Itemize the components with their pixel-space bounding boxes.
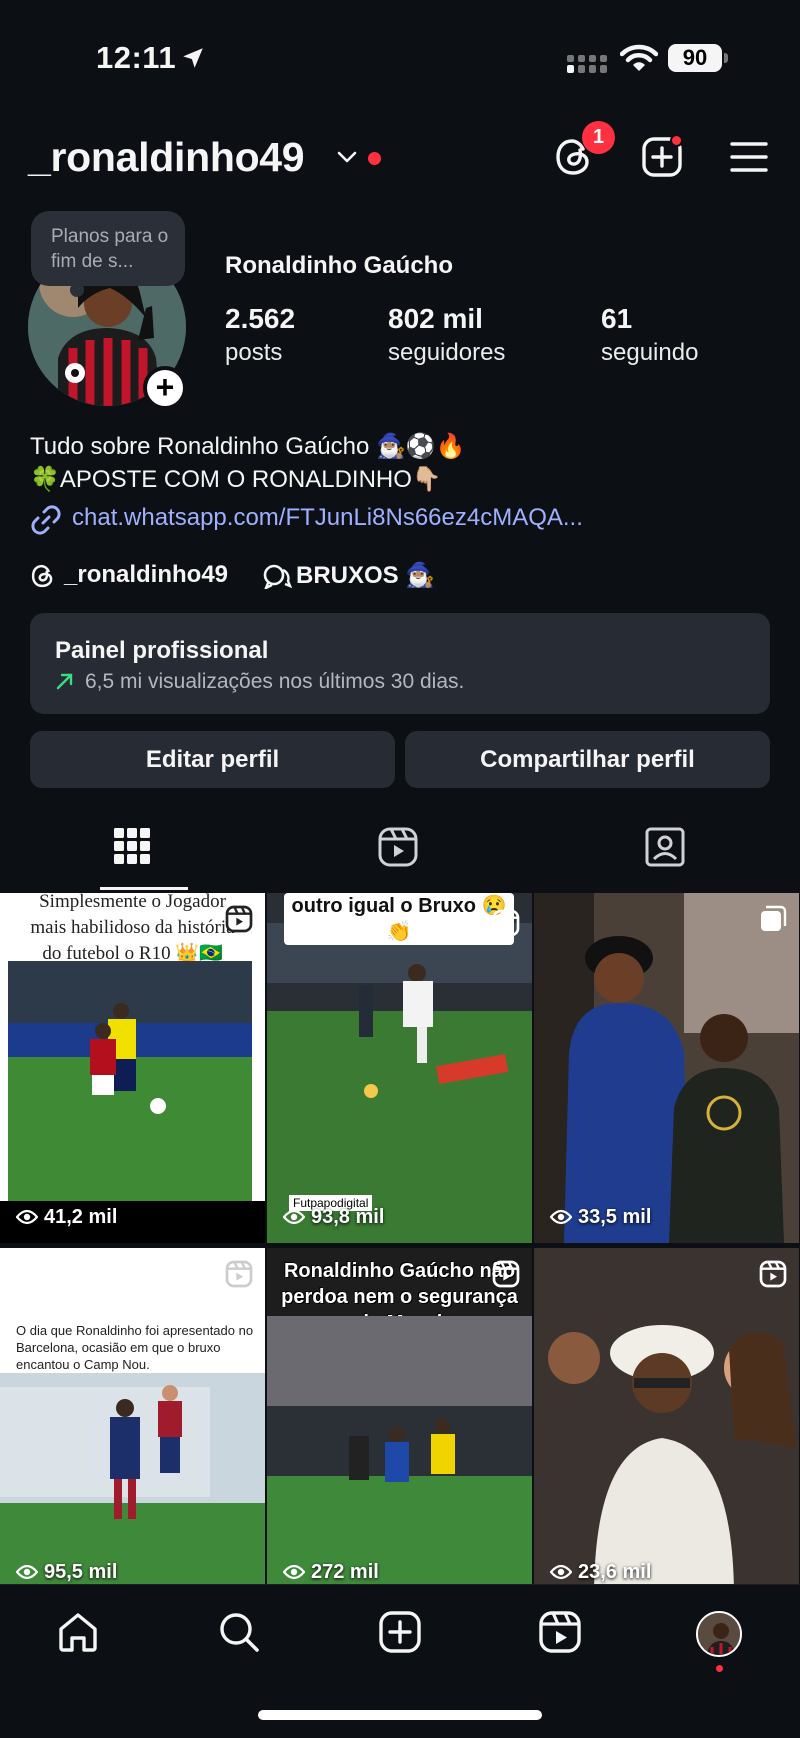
eye-icon <box>15 1564 39 1580</box>
threads-icon <box>31 564 53 588</box>
post-views: 41,2 mil <box>15 1206 118 1229</box>
profile-note-bubble[interactable]: Planos para o fim de s... <box>31 211 185 286</box>
account-notification-dot <box>368 152 381 165</box>
threads-badge: 1 <box>582 121 615 154</box>
location-arrow-icon <box>183 48 203 68</box>
post-views-count: 95,5 mil <box>44 1561 118 1583</box>
account-switcher-username[interactable]: _ronaldinho49 <box>28 134 305 181</box>
eye-icon <box>15 1209 39 1225</box>
stat-followers-label: seguidores <box>388 339 506 366</box>
post-views-count: 93,8 mil <box>311 1206 385 1228</box>
post-tile[interactable]: Simplesmente o Jogador mais habilidoso d… <box>0 893 265 1243</box>
reel-icon <box>492 1260 520 1288</box>
home-icon[interactable] <box>56 1610 100 1654</box>
post-views: 93,8 mil <box>282 1206 385 1229</box>
eye-icon <box>549 1209 573 1225</box>
trend-up-icon <box>56 673 73 690</box>
stat-followers-value: 802 mil <box>388 303 483 334</box>
add-story-button[interactable]: + <box>143 366 187 410</box>
post-tile[interactable]: Ronaldinho Gaúcho não perdoa nem o segur… <box>267 1248 532 1598</box>
stat-followers[interactable]: 802 mil seguidores <box>388 303 505 367</box>
status-bar: 12:11 90 <box>0 0 800 100</box>
note-bubble-tail <box>70 283 84 297</box>
status-time: 12:11 <box>96 40 177 75</box>
reel-icon <box>225 1260 253 1288</box>
stat-posts-value: 2.562 <box>225 303 296 334</box>
active-tab-indicator <box>100 887 188 890</box>
bio-link[interactable]: chat.whatsapp.com/FTJunLi8Ns66ez4cMAQA..… <box>30 504 583 535</box>
profile-tabs <box>0 822 800 892</box>
reels-icon[interactable] <box>538 1610 582 1654</box>
post-tile[interactable]: 23,6 mil <box>534 1248 799 1598</box>
post-thumbnail <box>267 893 532 1243</box>
post-views: 95,5 mil <box>15 1561 118 1584</box>
search-icon[interactable] <box>217 1610 261 1654</box>
share-profile-button[interactable]: Compartilhar perfil <box>405 731 770 788</box>
wifi-icon <box>620 44 658 71</box>
profile-bio: Tudo sobre Ronaldinho Gaúcho 🧙🏽‍♂️⚽🔥 🍀AP… <box>30 430 466 496</box>
post-views-count: 41,2 mil <box>44 1206 118 1228</box>
stat-following-label: seguindo <box>601 339 699 366</box>
post-caption: O dia que Ronaldinho foi apresentado no … <box>16 1323 254 1372</box>
eye-icon <box>282 1564 306 1580</box>
reel-icon <box>759 1260 787 1288</box>
post-views-count: 272 mil <box>311 1561 379 1583</box>
stat-following[interactable]: 61 seguindo <box>601 303 698 367</box>
bio-link-text[interactable]: chat.whatsapp.com/FTJunLi8Ns66ez4cMAQA..… <box>72 504 583 531</box>
edit-profile-button[interactable]: Editar perfil <box>30 731 395 788</box>
post-views: 33,5 mil <box>549 1206 652 1229</box>
battery-level: 90 <box>668 44 722 72</box>
broadcast-channel-link[interactable]: BRUXOS 🧙🏽‍♂️ <box>296 561 435 590</box>
cellular-signal-icon <box>567 55 607 73</box>
broadcast-channel-icon <box>263 564 292 589</box>
create-icon[interactable] <box>378 1610 422 1654</box>
battery-tip <box>724 53 728 63</box>
bio-line: Tudo sobre Ronaldinho Gaúcho 🧙🏽‍♂️⚽🔥 <box>30 433 466 460</box>
dashboard-subtitle: 6,5 mi visualizações nos últimos 30 dias… <box>85 670 465 693</box>
reel-icon <box>225 905 253 933</box>
post-thumbnail <box>8 961 252 1201</box>
post-caption: outro igual o Bruxo 😢👏 <box>284 893 514 945</box>
post-tile[interactable]: outro igual o Bruxo 😢👏 Futpapodigital 93… <box>267 893 532 1243</box>
professional-dashboard[interactable]: Painel profissional 6,5 mi visualizações… <box>30 613 770 714</box>
post-views: 23,6 mil <box>549 1561 652 1584</box>
chevron-down-icon[interactable] <box>337 150 357 164</box>
post-tile[interactable]: O dia que Ronaldinho foi apresentado no … <box>0 1248 265 1598</box>
eye-icon <box>549 1564 573 1580</box>
tab-reels-icon[interactable] <box>377 826 419 868</box>
tab-tagged-icon[interactable] <box>644 826 686 868</box>
link-icon <box>31 505 61 535</box>
menu-icon[interactable] <box>729 140 769 174</box>
stat-following-value: 61 <box>601 303 633 334</box>
post-thumbnail <box>534 1248 799 1598</box>
tab-grid-icon[interactable] <box>114 828 150 864</box>
create-notification-dot <box>670 134 683 147</box>
post-views: 272 mil <box>282 1561 379 1584</box>
stat-posts[interactable]: 2.562 posts <box>225 303 295 367</box>
profile-notification-dot <box>716 1665 723 1672</box>
bio-line: 🍀APOSTE COM O RONALDINHO👇🏼 <box>30 466 442 493</box>
stat-posts-label: posts <box>225 339 283 366</box>
reel-icon <box>492 909 520 937</box>
profile-avatar-nav[interactable] <box>696 1611 742 1657</box>
eye-icon <box>282 1209 306 1225</box>
post-tile[interactable]: 33,5 mil <box>534 893 799 1243</box>
post-views-count: 23,6 mil <box>578 1561 652 1583</box>
post-views-count: 33,5 mil <box>578 1206 652 1228</box>
post-thumbnail <box>267 1316 532 1598</box>
profile-full-name: Ronaldinho Gaúcho <box>225 252 453 279</box>
dashboard-title: Painel profissional <box>55 637 269 664</box>
post-thumbnail <box>534 893 799 1243</box>
home-indicator[interactable] <box>258 1710 542 1720</box>
carousel-icon <box>761 905 787 931</box>
threads-handle-link[interactable]: _ronaldinho49 <box>64 561 228 589</box>
